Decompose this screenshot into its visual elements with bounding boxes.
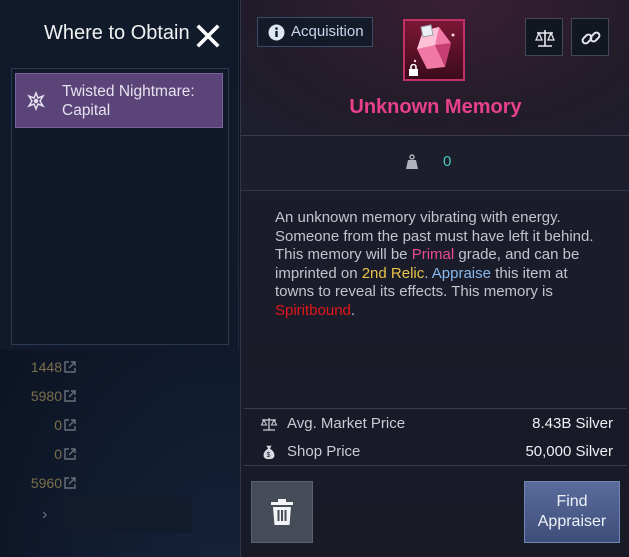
item-description: An unknown memory vibrating with energy.… <box>275 209 605 320</box>
tooltip-header: Acquisition Unknown Memory <box>241 0 629 136</box>
list-value: 5960 <box>30 475 62 491</box>
discard-button[interactable] <box>251 481 313 543</box>
lock-icon <box>409 64 418 76</box>
chain-link-icon <box>581 31 601 45</box>
weight-row: 0 <box>241 136 629 191</box>
shop-price-value: 50,000 Silver <box>525 443 613 460</box>
scale-icon <box>535 30 555 47</box>
external-link-icon[interactable] <box>64 477 76 489</box>
grade-primal: Primal <box>411 246 455 263</box>
source-item-twisted-nightmare[interactable]: Twisted Nightmare: Capital <box>15 73 223 128</box>
avg-market-price-row: Avg. Market Price 8.43B Silver <box>244 412 627 436</box>
close-icon[interactable] <box>196 24 220 48</box>
item-name: Unknown Memory <box>349 96 522 118</box>
chevron-right-icon[interactable]: › <box>42 506 47 524</box>
trash-icon <box>271 499 293 525</box>
list-value: 0 <box>54 417 62 433</box>
find-appraiser-label-line1: Find <box>556 493 588 510</box>
shop-price-row: $ Shop Price 50,000 Silver <box>244 440 627 464</box>
money-bag-icon: $ <box>263 445 275 460</box>
link-button[interactable] <box>571 18 609 56</box>
list-value: 5980 <box>30 388 62 404</box>
external-link-icon[interactable] <box>64 419 76 431</box>
external-link-icon[interactable] <box>64 390 76 402</box>
description-text: This memory will be <box>275 246 412 263</box>
where-to-obtain-panel: Where to Obtain Twisted Nightmare: Capit… <box>0 0 239 350</box>
list-value: 0 <box>54 446 62 462</box>
external-link-icon[interactable] <box>64 448 76 460</box>
panel-title: Where to Obtain <box>44 22 190 44</box>
raid-emblem-icon <box>27 91 45 111</box>
appraise-keyword: Appraise <box>431 264 491 282</box>
source-list: Twisted Nightmare: Capital <box>11 68 229 345</box>
weight-value: 0 <box>443 153 452 170</box>
source-item-label: Twisted Nightmare: Capital <box>62 83 195 119</box>
info-icon <box>268 24 285 41</box>
avg-market-price-label: Avg. Market Price <box>287 415 406 432</box>
description-text: . <box>350 301 356 319</box>
list-value: 1448 <box>30 359 62 375</box>
acquisition-label: Acquisition <box>291 23 364 40</box>
avg-market-price-value: 8.43B Silver <box>532 415 613 432</box>
find-appraiser-button[interactable]: Find Appraiser <box>524 481 620 543</box>
item-tooltip: Acquisition Unknown Memory 0 An unknown … <box>240 0 629 557</box>
description-text: An unknown memory vibrating with energy.… <box>275 209 594 245</box>
shop-price-label: Shop Price <box>287 443 361 460</box>
weight-icon <box>406 154 418 169</box>
item-icon <box>403 19 465 81</box>
acquisition-button[interactable]: Acquisition <box>257 17 373 47</box>
price-section: Avg. Market Price 8.43B Silver $ Shop Pr… <box>244 408 627 466</box>
scale-icon <box>260 418 278 431</box>
svg-text:$: $ <box>267 451 271 459</box>
compare-button[interactable] <box>525 18 563 56</box>
spiritbound-keyword: Spiritbound <box>275 301 351 319</box>
external-link-icon[interactable] <box>64 361 76 373</box>
relic-slot: 2nd Relic <box>361 264 425 282</box>
background-input-field[interactable] <box>64 497 192 533</box>
description-text: . <box>424 264 432 282</box>
find-appraiser-label-line2: Appraiser <box>537 513 607 530</box>
